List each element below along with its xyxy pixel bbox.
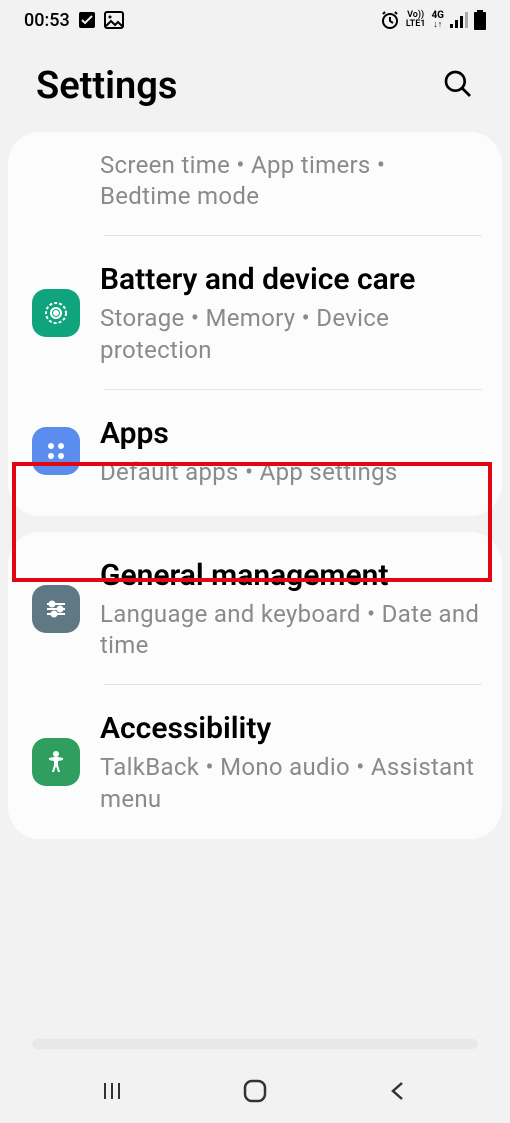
item-subtitle: Default apps • App settings <box>100 457 482 488</box>
battery-icon <box>474 10 486 30</box>
item-title: Accessibility <box>100 709 482 748</box>
accessibility-icon <box>32 738 80 786</box>
scrollbar[interactable] <box>32 1039 478 1049</box>
settings-card: Screen time • App timers • Bedtime mode … <box>8 132 502 516</box>
home-button[interactable] <box>225 1061 285 1121</box>
settings-card: General management Language and keyboard… <box>8 532 502 839</box>
settings-item-digital-wellbeing[interactable]: Screen time • App timers • Bedtime mode <box>8 132 502 236</box>
item-subtitle: TalkBack • Mono audio • Assistant menu <box>100 752 482 814</box>
search-button[interactable] <box>442 68 474 104</box>
apps-icon <box>32 427 80 475</box>
alarm-icon <box>380 10 400 30</box>
item-title: Apps <box>100 414 482 453</box>
volte-indicator: Vo)) LTE1 <box>406 11 426 29</box>
icon-placeholder <box>32 150 80 212</box>
nav-bar <box>0 1059 510 1123</box>
settings-item-general-management[interactable]: General management Language and keyboard… <box>8 532 502 685</box>
checkmark-icon <box>78 11 96 29</box>
search-icon <box>442 68 474 100</box>
image-icon <box>104 11 124 29</box>
general-icon <box>32 585 80 633</box>
item-title: General management <box>100 556 482 595</box>
settings-item-apps[interactable]: Apps Default apps • App settings <box>8 390 502 516</box>
recents-button[interactable] <box>82 1061 142 1121</box>
item-title: Battery and device care <box>100 260 482 299</box>
status-time: 00:53 <box>24 10 70 31</box>
item-subtitle: Screen time • App timers • Bedtime mode <box>100 150 482 212</box>
item-subtitle: Language and keyboard • Date and time <box>100 599 482 661</box>
item-subtitle: Storage • Memory • Device protection <box>100 303 482 365</box>
network-indicator: 4G ↓↑ <box>431 11 444 30</box>
settings-header: Settings <box>0 40 510 132</box>
signal-icon <box>450 12 468 28</box>
status-bar: 00:53 Vo)) LTE1 4G ↓↑ <box>0 0 510 40</box>
page-title: Settings <box>36 64 177 108</box>
settings-item-battery-device-care[interactable]: Battery and device care Storage • Memory… <box>8 236 502 389</box>
settings-item-accessibility[interactable]: Accessibility TalkBack • Mono audio • As… <box>8 685 502 838</box>
device-care-icon <box>32 289 80 337</box>
back-button[interactable] <box>368 1061 428 1121</box>
